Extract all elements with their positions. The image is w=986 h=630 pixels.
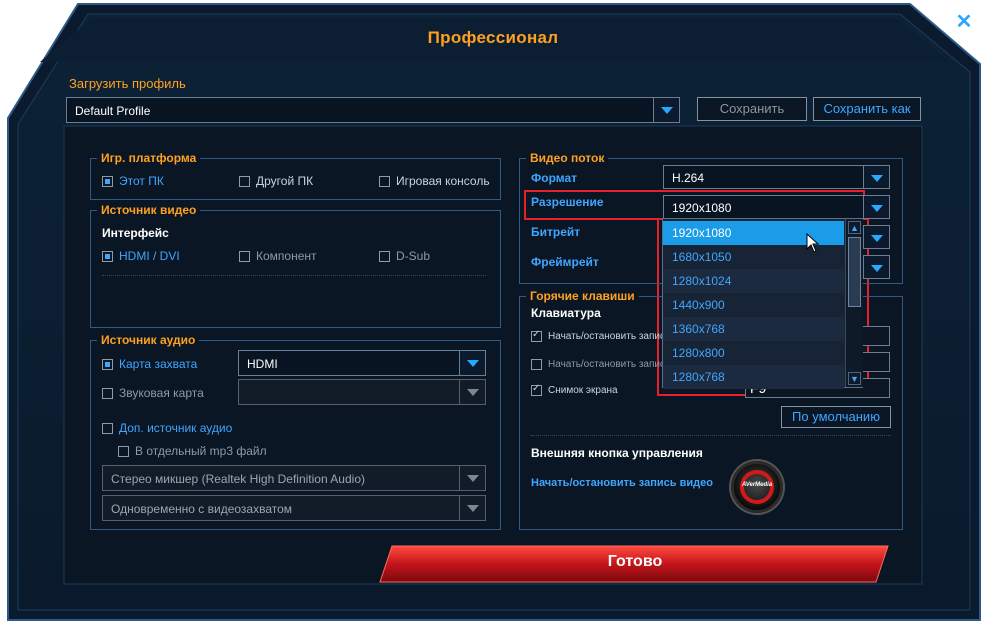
hotkey-screenshot-label: Снимок экрана	[548, 385, 618, 396]
mixer-value: Стерео микшер (Realtek High Definition A…	[111, 472, 365, 486]
profile-select[interactable]: Default Profile	[66, 97, 680, 123]
done-button-label: Готово	[607, 553, 663, 570]
format-label: Формат	[531, 171, 578, 185]
capture-card-value: HDMI	[247, 357, 278, 371]
video-stream-group-title: Видео поток	[526, 151, 609, 165]
chevron-down-icon[interactable]	[863, 256, 889, 278]
platform-console[interactable]: Игровая консоль	[379, 174, 490, 188]
platform-other-pc[interactable]: Другой ПК	[239, 174, 313, 188]
window-title: Профессионал	[427, 28, 559, 47]
checkbox-icon	[102, 387, 113, 399]
checkbox-icon	[102, 175, 113, 187]
divider	[531, 435, 891, 436]
chevron-down-icon[interactable]	[459, 380, 485, 404]
checkbox-icon	[379, 250, 390, 262]
hotkey-record-1-label: Начать/остановить запись	[548, 331, 671, 342]
checkbox-icon	[102, 422, 113, 434]
resolution-option[interactable]: 1440x900	[663, 293, 844, 317]
bitrate-label: Битрейт	[531, 225, 581, 239]
interface-component[interactable]: Компонент	[239, 249, 317, 263]
capture-card-select[interactable]: HDMI	[238, 350, 486, 376]
framerate-label: Фреймрейт	[531, 255, 599, 269]
hotkeys-group-title: Горячие клавиши	[526, 289, 639, 303]
done-button[interactable]: Готово	[380, 544, 890, 584]
hotkey-record-1[interactable]: Начать/остановить запись	[531, 329, 671, 342]
checkbox-icon	[102, 250, 113, 262]
divider	[102, 275, 486, 276]
resolution-option[interactable]: 1280x768	[663, 365, 844, 389]
resolution-label: Разрешение	[531, 195, 604, 209]
chevron-down-icon[interactable]	[459, 496, 485, 520]
platform-this-pc[interactable]: Этот ПК	[102, 174, 164, 188]
platform-other-pc-label: Другой ПК	[256, 174, 314, 188]
load-profile-label: Загрузить профиль	[69, 76, 186, 91]
mixer-select[interactable]: Стерео микшер (Realtek High Definition A…	[102, 465, 486, 491]
logo-text: AVerMedia	[741, 482, 773, 488]
audio-mode-select[interactable]: Одновременно с видеозахватом	[102, 495, 486, 521]
mouse-cursor-icon	[806, 233, 820, 253]
sound-card-select[interactable]	[238, 379, 486, 405]
extra-audio-label: Доп. источник аудио	[119, 421, 233, 435]
resolution-value: 1920x1080	[672, 201, 732, 215]
separate-mp3-option[interactable]: В отдельный mp3 файл	[118, 444, 267, 458]
chevron-down-icon[interactable]	[863, 166, 889, 188]
scrollbar-thumb[interactable]	[848, 237, 861, 307]
interface-hdmi[interactable]: HDMI / DVI	[102, 249, 180, 263]
save-as-button[interactable]: Сохранить как	[813, 97, 921, 121]
hotkey-record-2-label: Начать/остановить запись	[548, 359, 671, 370]
chevron-down-icon[interactable]	[863, 196, 889, 218]
interface-dsub[interactable]: D-Sub	[379, 249, 430, 263]
chevron-down-icon[interactable]	[459, 351, 485, 375]
hotkey-screenshot[interactable]: Снимок экрана	[531, 383, 618, 396]
external-button-title: Внешняя кнопка управления	[531, 446, 703, 460]
sound-card-option[interactable]: Звуковая карта	[102, 386, 204, 400]
format-value: H.264	[672, 171, 705, 185]
chevron-down-icon[interactable]	[653, 98, 679, 122]
checkbox-icon	[239, 175, 250, 187]
dropdown-scrollbar[interactable]: ▲ ▼	[845, 219, 863, 387]
capture-card-option[interactable]: Карта захвата	[102, 357, 197, 371]
extra-audio-option[interactable]: Доп. источник аудио	[102, 421, 232, 435]
keyboard-label: Клавиатура	[531, 306, 601, 320]
checkbox-icon	[531, 329, 542, 342]
platform-this-pc-label: Этот ПК	[119, 174, 164, 188]
save-button[interactable]: Сохранить	[697, 97, 807, 121]
resolution-option[interactable]: 1360x768	[663, 317, 844, 341]
sound-card-label: Звуковая карта	[119, 386, 204, 400]
interface-hdmi-label: HDMI / DVI	[119, 249, 180, 263]
external-button-action: Начать/остановить запись видео	[531, 477, 713, 489]
chevron-down-icon[interactable]: ▼	[848, 372, 861, 385]
chevron-down-icon[interactable]	[459, 466, 485, 490]
capture-card-label: Карта захвата	[119, 357, 198, 371]
checkbox-icon	[379, 175, 390, 187]
chevron-down-icon[interactable]	[863, 226, 889, 248]
interface-label: Интерфейс	[102, 226, 169, 240]
checkbox-icon	[531, 383, 542, 396]
checkbox-icon	[531, 359, 542, 370]
resolution-option[interactable]: 1280x1024	[663, 269, 844, 293]
hotkey-record-2[interactable]: Начать/остановить запись	[531, 359, 670, 370]
resolution-dropdown[interactable]: 1920x1080 1680x1050 1280x1024 1440x900 1…	[662, 218, 863, 389]
close-icon[interactable]: ✕	[954, 12, 974, 32]
audio-mode-value: Одновременно с видеозахватом	[111, 502, 293, 516]
resolution-select[interactable]: 1920x1080	[663, 195, 890, 219]
interface-dsub-label: D-Sub	[396, 249, 431, 263]
chevron-up-icon[interactable]: ▲	[848, 221, 861, 234]
video-source-group-title: Источник видео	[97, 203, 201, 217]
bitrate-select[interactable]	[863, 225, 890, 249]
audio-source-group-title: Источник аудио	[97, 333, 200, 347]
profile-select-value: Default Profile	[75, 104, 151, 118]
avermedia-button-icon: AVerMedia	[731, 461, 783, 513]
platform-group-title: Игр. платформа	[97, 151, 201, 165]
platform-console-label: Игровая консоль	[396, 174, 490, 188]
framerate-select[interactable]	[863, 255, 890, 279]
checkbox-icon	[102, 358, 113, 370]
resolution-option[interactable]: 1280x800	[663, 341, 844, 365]
checkbox-icon	[118, 445, 129, 457]
separate-mp3-label: В отдельный mp3 файл	[135, 444, 267, 458]
default-button[interactable]: По умолчанию	[781, 406, 891, 428]
format-select[interactable]: H.264	[663, 165, 890, 189]
interface-component-label: Компонент	[256, 249, 317, 263]
checkbox-icon	[239, 250, 250, 262]
